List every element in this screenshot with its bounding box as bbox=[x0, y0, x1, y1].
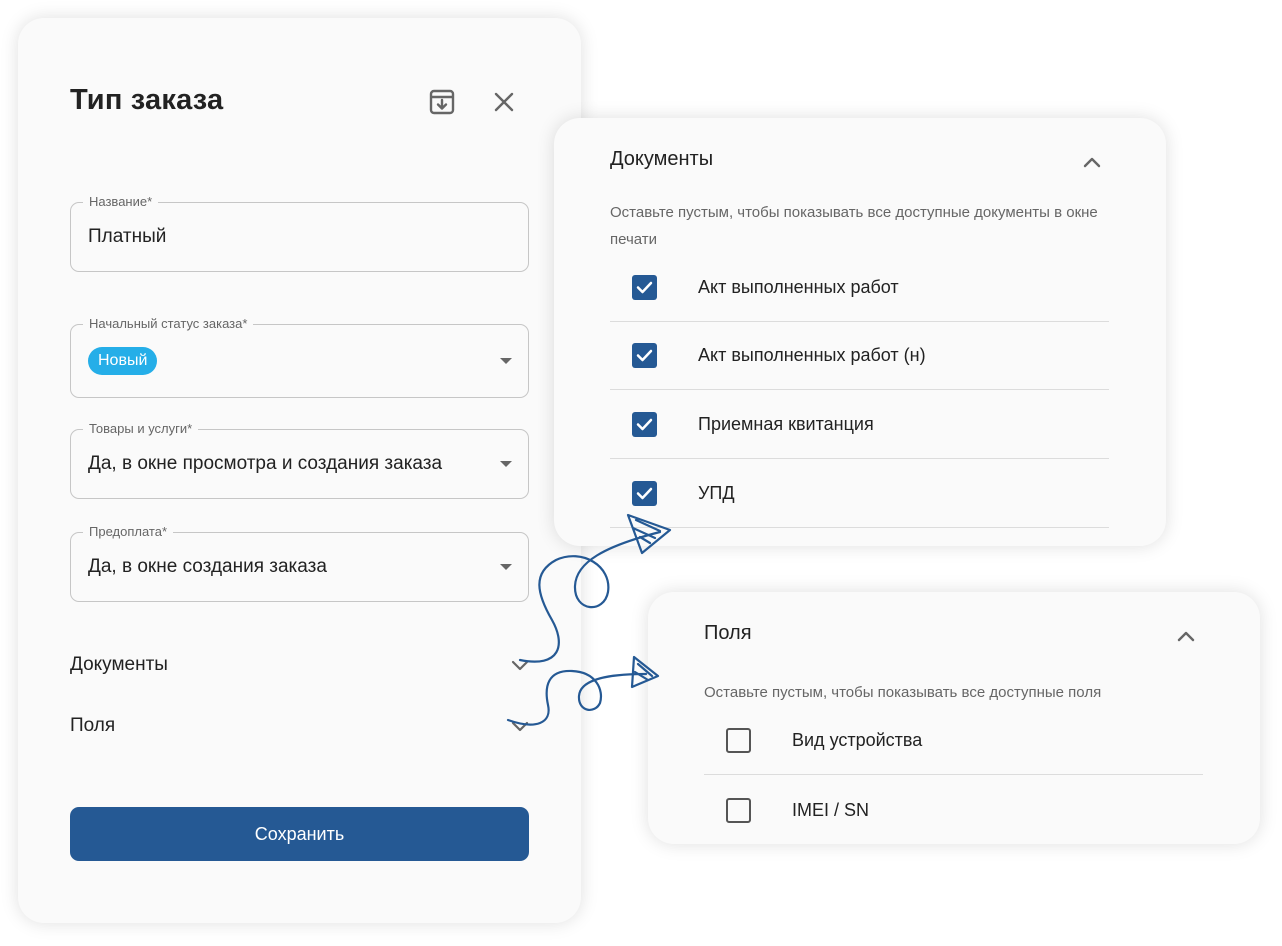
goods-services-value: Да, в окне просмотра и создания заказа bbox=[88, 453, 443, 474]
documents-collapse-button[interactable] bbox=[1080, 150, 1104, 174]
check-icon bbox=[636, 281, 653, 294]
chevron-down-icon bbox=[511, 721, 529, 732]
archive-download-icon bbox=[429, 89, 455, 115]
check-icon bbox=[636, 487, 653, 500]
name-field[interactable]: Название* Платный bbox=[70, 194, 529, 272]
fields-hint: Оставьте пустым, чтобы показывать все до… bbox=[704, 684, 1102, 701]
dialog-title: Тип заказа bbox=[70, 84, 224, 116]
fields-panel: Поля Оставьте пустым, чтобы показывать в… bbox=[648, 592, 1260, 844]
documents-panel-title: Документы bbox=[610, 148, 714, 170]
field-item-label: Вид устройства bbox=[792, 730, 923, 750]
initial-status-select[interactable]: Начальный статус заказа* Новый bbox=[70, 316, 529, 398]
document-item[interactable]: УПД bbox=[610, 460, 1109, 528]
close-icon bbox=[494, 92, 514, 112]
dropdown-arrow-icon bbox=[500, 461, 512, 467]
chevron-up-icon bbox=[1083, 157, 1101, 168]
dropdown-arrow-icon bbox=[500, 358, 512, 364]
document-item[interactable]: Акт выполненных работ (н) bbox=[610, 322, 1109, 390]
field-item[interactable]: Вид устройства bbox=[704, 707, 1203, 775]
order-type-dialog: Тип заказа Название* Платный Начальный с… bbox=[18, 18, 581, 923]
document-item-label: Акт выполненных работ (н) bbox=[698, 345, 926, 365]
document-item-label: УПД bbox=[698, 483, 735, 503]
document-item[interactable]: Приемная квитанция bbox=[610, 391, 1109, 459]
fields-section-label: Поля bbox=[70, 715, 116, 736]
close-button[interactable] bbox=[488, 86, 520, 118]
documents-hint: Оставьте пустым, чтобы показывать все до… bbox=[610, 204, 1098, 248]
documents-section-label: Документы bbox=[70, 654, 168, 675]
goods-services-select[interactable]: Товары и услуги* Да, в окне просмотра и … bbox=[70, 421, 529, 499]
check-icon bbox=[636, 349, 653, 362]
field-item-label: IMEI / SN bbox=[792, 799, 870, 820]
fields-panel-title: Поля bbox=[704, 622, 752, 644]
dropdown-arrow-icon bbox=[500, 564, 512, 570]
save-button[interactable]: Сохранить bbox=[70, 807, 529, 861]
prepayment-value: Да, в окне создания заказа bbox=[88, 556, 327, 577]
checkbox[interactable] bbox=[726, 797, 751, 823]
checkbox[interactable] bbox=[632, 343, 657, 368]
archive-button[interactable] bbox=[426, 86, 458, 118]
checkbox[interactable] bbox=[632, 275, 657, 300]
checkbox[interactable] bbox=[632, 412, 657, 437]
document-item[interactable]: Акт выполненных работ bbox=[610, 254, 1109, 322]
document-item-label: Акт выполненных работ bbox=[698, 277, 899, 297]
check-icon bbox=[636, 418, 653, 431]
prepayment-select[interactable]: Предоплата* Да, в окне создания заказа bbox=[70, 524, 529, 602]
status-chip: Новый bbox=[88, 347, 158, 375]
name-field-value[interactable]: Платный bbox=[88, 203, 166, 271]
fields-section-toggle[interactable]: Поля bbox=[70, 711, 529, 741]
checkbox[interactable] bbox=[726, 728, 751, 753]
fields-collapse-button[interactable] bbox=[1174, 624, 1198, 648]
chevron-up-icon bbox=[1177, 631, 1195, 642]
documents-section-toggle[interactable]: Документы bbox=[70, 650, 529, 680]
documents-panel: Документы Оставьте пустым, чтобы показыв… bbox=[554, 118, 1166, 546]
field-item[interactable]: IMEI / SN bbox=[704, 776, 1203, 844]
chevron-down-icon bbox=[511, 660, 529, 671]
checkbox[interactable] bbox=[632, 481, 657, 506]
document-item-label: Приемная квитанция bbox=[698, 414, 874, 434]
